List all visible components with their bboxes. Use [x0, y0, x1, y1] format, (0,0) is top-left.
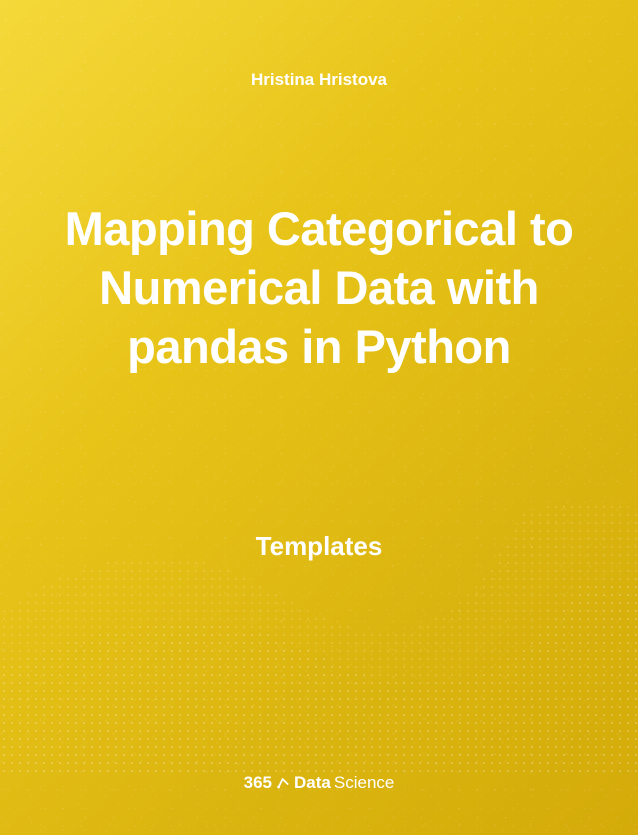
brand-prefix: 365	[244, 773, 272, 793]
author-name: Hristina Hristova	[251, 70, 387, 90]
cover-page: Hristina Hristova Mapping Categorical to…	[0, 0, 638, 835]
document-title: Mapping Categorical to Numerical Data wi…	[40, 200, 598, 376]
brand-logo: 365 DataScience	[244, 773, 395, 793]
checkmark-icon	[276, 776, 290, 790]
decorative-wave	[0, 375, 638, 775]
brand-word-science: Science	[334, 773, 394, 793]
document-subtitle: Templates	[256, 531, 383, 562]
brand-word-data: Data	[294, 773, 331, 793]
